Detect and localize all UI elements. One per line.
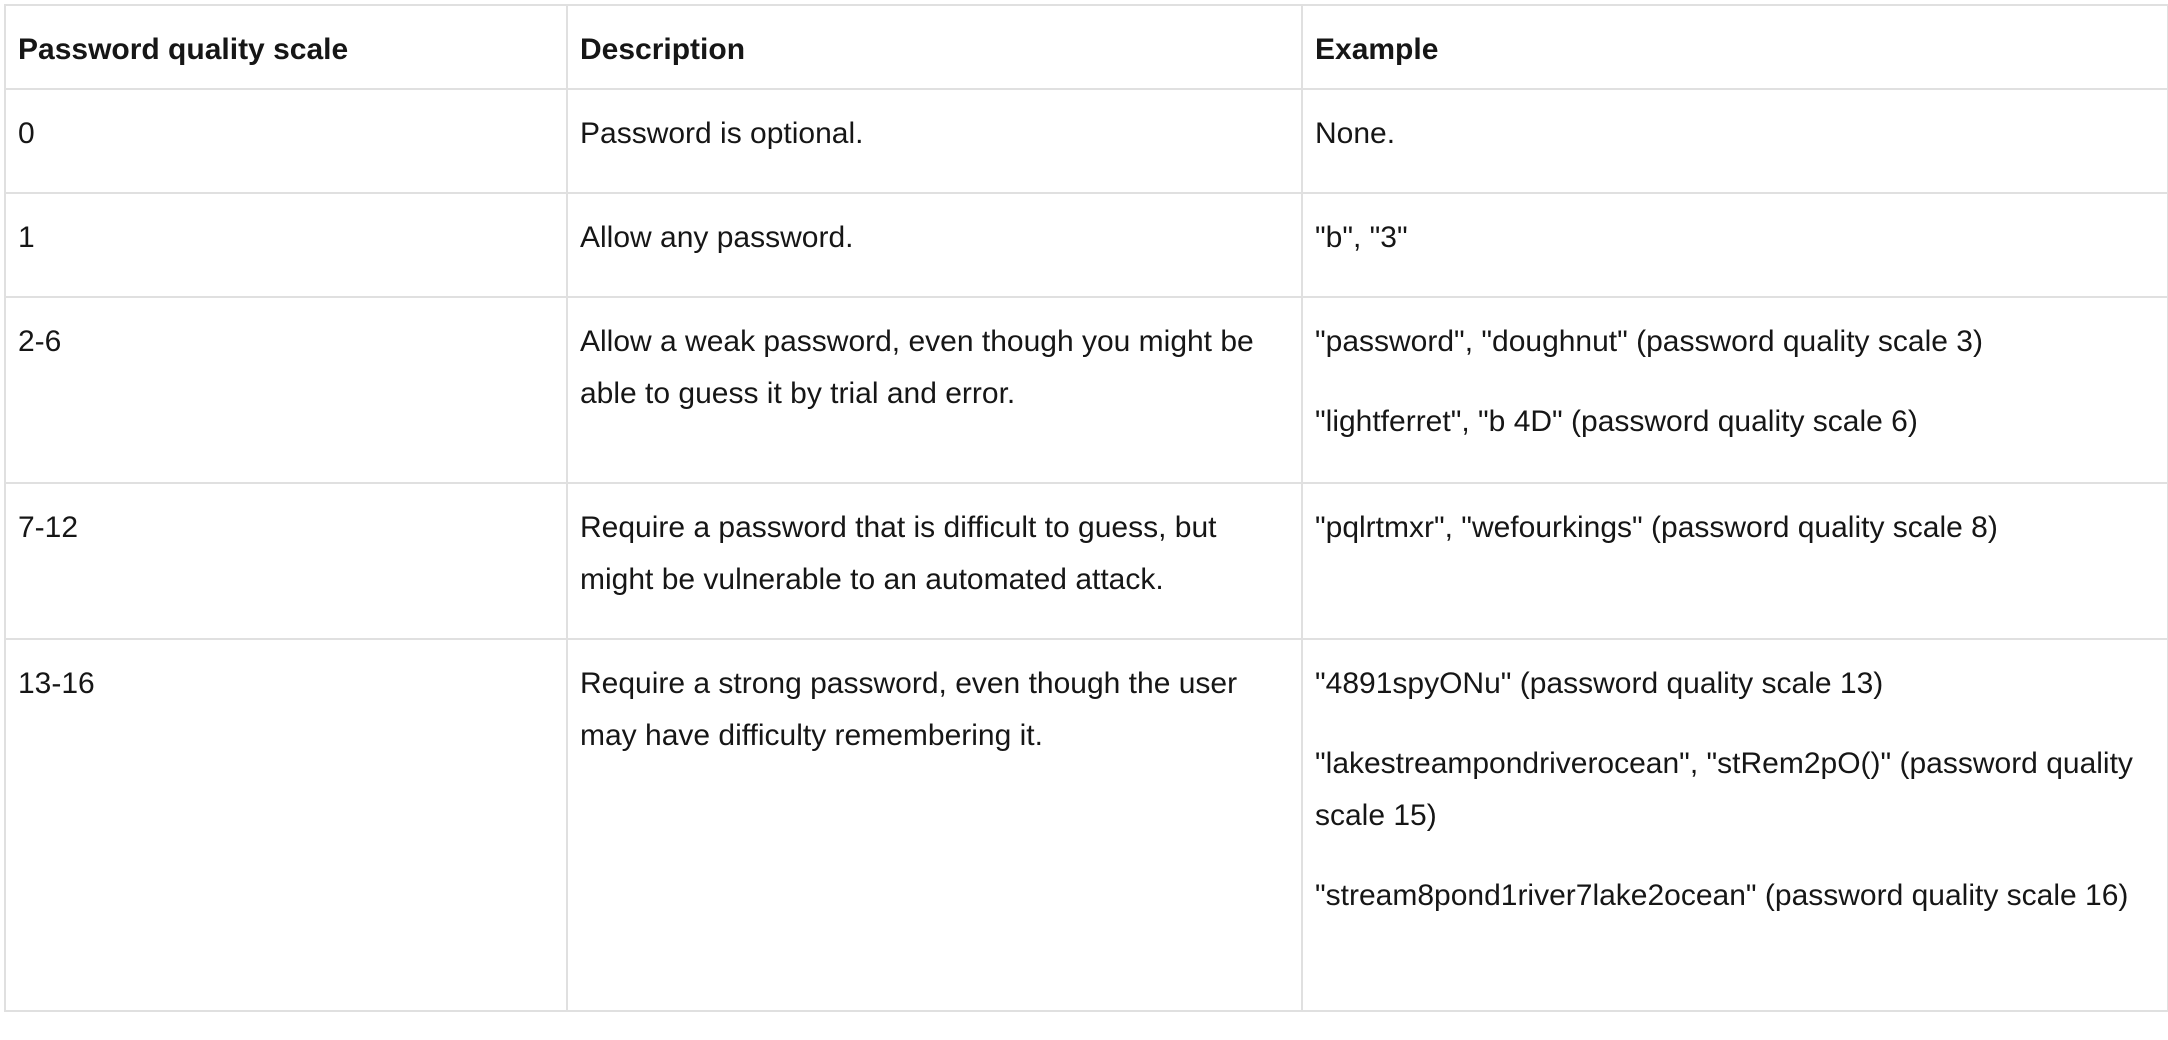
table-row: 2-6 Allow a weak password, even though y… xyxy=(4,296,2168,484)
cell-scale: 1 xyxy=(4,192,568,298)
header-row: Password quality scale Description Examp… xyxy=(4,4,2168,90)
cell-example: "4891spyONu" (password quality scale 13)… xyxy=(1301,638,2168,1012)
example-text: None. xyxy=(1315,117,1396,150)
cell-scale: 2-6 xyxy=(4,296,568,484)
example-text: "4891spyONu" (password quality scale 13) xyxy=(1315,667,1884,700)
cell-scale: 7-12 xyxy=(4,482,568,640)
cell-description: Require a password that is difficult to … xyxy=(566,482,1303,640)
cell-description: Allow any password. xyxy=(566,192,1303,298)
example-text: "lightferret", "b 4D" (password quality … xyxy=(1315,405,1918,438)
table-row: 0 Password is optional. None. xyxy=(4,88,2168,194)
example-text: "password", "doughnut" (password quality… xyxy=(1315,325,1983,358)
cell-example: None. xyxy=(1301,88,2168,194)
cell-example: "pqlrtmxr", "wefourkings" (password qual… xyxy=(1301,482,2168,640)
header-scale: Password quality scale xyxy=(4,4,568,90)
example-text: "lakestreampondriverocean", "stRem2pO()"… xyxy=(1315,747,2133,832)
password-quality-table: Password quality scale Description Examp… xyxy=(4,4,2168,1012)
table-body: 0 Password is optional. None. 1 Allow an… xyxy=(4,88,2168,1012)
example-text: "b", "3" xyxy=(1315,221,1408,254)
cell-scale: 0 xyxy=(4,88,568,194)
example-text: "pqlrtmxr", "wefourkings" (password qual… xyxy=(1315,511,1998,544)
table-row: 7-12 Require a password that is difficul… xyxy=(4,482,2168,640)
cell-description: Require a strong password, even though t… xyxy=(566,638,1303,1012)
table-header: Password quality scale Description Examp… xyxy=(4,4,2168,90)
cell-description: Password is optional. xyxy=(566,88,1303,194)
table-row: 13-16 Require a strong password, even th… xyxy=(4,638,2168,1012)
cell-scale: 13-16 xyxy=(4,638,568,1012)
cell-example: "b", "3" xyxy=(1301,192,2168,298)
cell-description: Allow a weak password, even though you m… xyxy=(566,296,1303,484)
table-row: 1 Allow any password. "b", "3" xyxy=(4,192,2168,298)
header-example: Example xyxy=(1301,4,2168,90)
example-text: "stream8pond1river7lake2ocean" (password… xyxy=(1315,879,2129,912)
cell-example: "password", "doughnut" (password quality… xyxy=(1301,296,2168,484)
header-description: Description xyxy=(566,4,1303,90)
